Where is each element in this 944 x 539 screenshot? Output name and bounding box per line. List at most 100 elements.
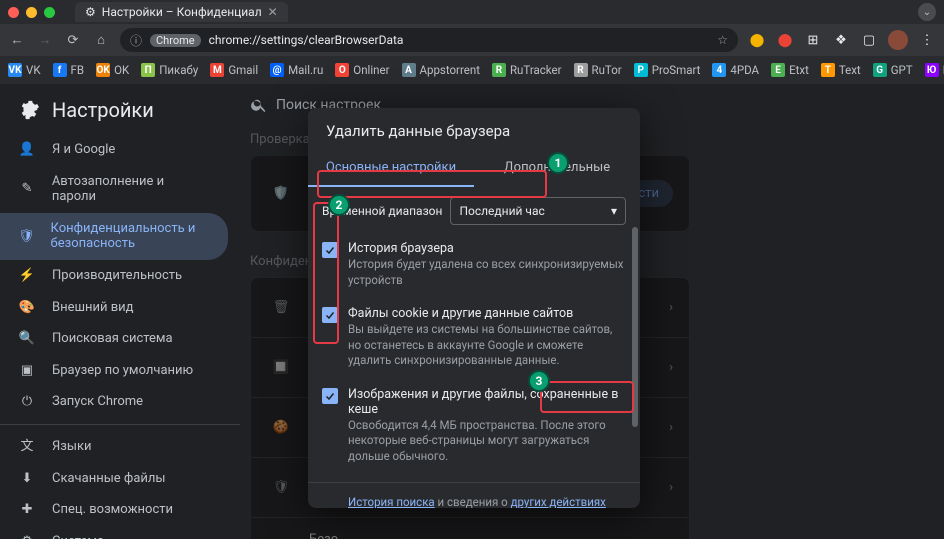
bookmark-item[interactable]: TText	[821, 63, 861, 77]
other-activity-link[interactable]: других действиях	[511, 495, 606, 508]
sidebar-item-a11y[interactable]: ✚Спец. возможности	[0, 494, 228, 526]
dialog-scrollbar[interactable]	[632, 227, 638, 508]
clear-item-row: Изображения и другие файлы, сохраненные …	[322, 381, 626, 477]
maximize-window-button[interactable]	[44, 7, 55, 18]
bookmark-item[interactable]: ППикабу	[141, 63, 198, 77]
search-history-link[interactable]: История поиска	[348, 495, 435, 508]
window-titlebar: ⚙ Настройки – Конфиденциал ✕ ⌄	[0, 0, 944, 24]
tab-favicon: ⚙	[85, 5, 96, 19]
ext-icon-2[interactable]: ⬤	[776, 31, 794, 49]
sidebar-item-palette[interactable]: 🎨Внешний вид	[0, 292, 228, 324]
sidebar-item-search[interactable]: 🔍Поисковая система	[0, 323, 228, 355]
bookmark-favicon: M	[210, 63, 224, 77]
site-info-icon[interactable]: ⓘ	[130, 32, 142, 49]
address-bar[interactable]: ⓘ Chrome chrome://settings/clearBrowserD…	[120, 28, 738, 52]
bookmarks-bar: VK VK fFB OKOK ППикабу MGmail @Mail.ru O Onliner…	[0, 56, 944, 84]
checkbox-desc: История будет удалена со всех синхронизи…	[348, 257, 626, 288]
sidebar-item-speed[interactable]: ⚡Производительность	[0, 260, 228, 292]
bookmark-item[interactable]: GGPT	[873, 63, 913, 77]
reload-button[interactable]: ⟳	[64, 33, 82, 48]
close-window-button[interactable]	[8, 7, 19, 18]
bookmark-item[interactable]: O Onliner	[335, 63, 389, 77]
profile-avatar[interactable]	[888, 30, 908, 50]
checkbox-1[interactable]	[322, 307, 338, 323]
power-icon: ⏻	[18, 394, 36, 410]
sidebar-item-person[interactable]: 👤 Я и Google	[0, 134, 228, 166]
sidebar-item-autofill[interactable]: ✎Автозаполнение и пароли	[0, 166, 228, 213]
bookmark-item[interactable]: fFB	[53, 63, 85, 77]
privacy-row[interactable]: 🔒БезоБезо›	[251, 518, 689, 539]
bookmark-label: Mail.ru	[288, 63, 323, 77]
sidebar-item-lang[interactable]: 文Языки	[0, 431, 228, 463]
row-icon: 🔒	[267, 534, 295, 539]
download-icon: ⬇	[18, 471, 36, 487]
bookmark-item[interactable]: ЮЮMoney	[925, 63, 944, 77]
bookmark-label: OK	[114, 63, 129, 77]
chrome-labs-icon[interactable]: ❖	[832, 31, 850, 49]
bookmark-favicon: Ю	[925, 63, 939, 77]
bookmark-item[interactable]: AAppstorrent	[402, 63, 480, 77]
bookmark-favicon: R	[574, 63, 588, 77]
browser-toolbar: ← → ⟳ ⌂ ⓘ Chrome chrome://settings/clear…	[0, 24, 944, 56]
browser-tab[interactable]: ⚙ Настройки – Конфиденциал ✕	[75, 2, 288, 22]
person-icon: 👤	[18, 142, 36, 158]
sidebar-item-power[interactable]: ⏻ Запуск Chrome	[0, 386, 228, 418]
bookmark-item[interactable]: VK VK	[8, 63, 41, 77]
checkbox-0[interactable]	[322, 242, 338, 258]
bookmark-item[interactable]: PProSmart	[634, 63, 701, 77]
settings-header: Настройки	[0, 92, 240, 134]
row-icon: 🗑	[267, 294, 295, 322]
chevron-right-icon: ›	[669, 360, 673, 375]
sidebar-item-download[interactable]: ⬇Скачанные файлы	[0, 463, 228, 495]
bookmark-label: Onliner	[353, 63, 389, 77]
bookmark-favicon: G	[873, 63, 887, 77]
bookmark-favicon: П	[141, 63, 155, 77]
annotation-badge-1: 1	[547, 152, 569, 174]
settings-sidebar: Настройки 👤 Я и Google ✎Автозаполнение и п…	[0, 84, 240, 539]
row-icon: 🔲	[267, 354, 295, 382]
chevron-right-icon: ›	[669, 480, 673, 495]
forward-button[interactable]: →	[36, 32, 54, 48]
time-range-select[interactable]: Последний час ▾	[450, 197, 626, 225]
bookmark-star-icon[interactable]: ☆	[717, 33, 728, 47]
sidebar-item-default[interactable]: ▣Браузер по умолчанию	[0, 355, 228, 387]
menu-icon[interactable]: ⋮	[918, 31, 936, 49]
clear-data-dialog: Удалить данные браузера Основные настрой…	[308, 108, 640, 508]
sidebar-item-label: Я и Google	[52, 142, 115, 158]
reading-list-icon[interactable]: ▢	[860, 31, 878, 49]
chevron-right-icon: ›	[669, 420, 673, 435]
ext-icon-1[interactable]: ⬤	[748, 31, 766, 49]
search-icon	[250, 96, 268, 114]
sidebar-item-shield[interactable]: 🛡Конфиденциальность и безопасность	[0, 213, 228, 260]
checkbox-2[interactable]	[322, 388, 338, 404]
bookmark-item[interactable]: MGmail	[210, 63, 258, 77]
back-button[interactable]: ←	[8, 32, 26, 48]
expand-down-button[interactable]: ⌄	[918, 3, 936, 21]
chevron-down-icon: ▾	[611, 204, 617, 218]
bookmark-item[interactable]: OKOK	[96, 63, 129, 77]
bookmark-label: Etxt	[789, 63, 809, 77]
bookmark-favicon: VK	[8, 63, 22, 77]
bookmark-item[interactable]: RRuTor	[574, 63, 622, 77]
tab-title: Настройки – Конфиденциал	[102, 5, 262, 19]
sidebar-item-label: Конфиденциальность и безопасность	[51, 221, 210, 252]
sidebar-item-label: Автозаполнение и пароли	[52, 174, 210, 205]
bookmark-favicon: P	[634, 63, 648, 77]
bookmark-item[interactable]: E Etxt	[771, 63, 809, 77]
home-button[interactable]: ⌂	[92, 32, 110, 48]
speed-icon: ⚡	[18, 268, 36, 284]
checkbox-desc: Освободится 4,4 МБ пространства. После э…	[348, 418, 626, 465]
bookmark-item[interactable]: RRuTracker	[492, 63, 562, 77]
minimize-window-button[interactable]	[26, 7, 37, 18]
tab-basic[interactable]: Основные настройки	[308, 150, 474, 187]
bookmark-item[interactable]: @Mail.ru	[270, 63, 323, 77]
sidebar-item-system[interactable]: ⚙Система	[0, 526, 228, 539]
extensions-icon[interactable]: ⊞	[804, 31, 822, 49]
tab-close-icon[interactable]: ✕	[268, 5, 278, 19]
bookmark-favicon: E	[771, 63, 785, 77]
sidebar-item-label: Запуск Chrome	[52, 394, 143, 410]
bookmark-favicon: O	[335, 63, 349, 77]
bookmark-label: VK	[26, 63, 41, 77]
bookmark-item[interactable]: 44PDA	[712, 63, 759, 77]
shield-check-icon: 🛡️	[267, 180, 295, 208]
